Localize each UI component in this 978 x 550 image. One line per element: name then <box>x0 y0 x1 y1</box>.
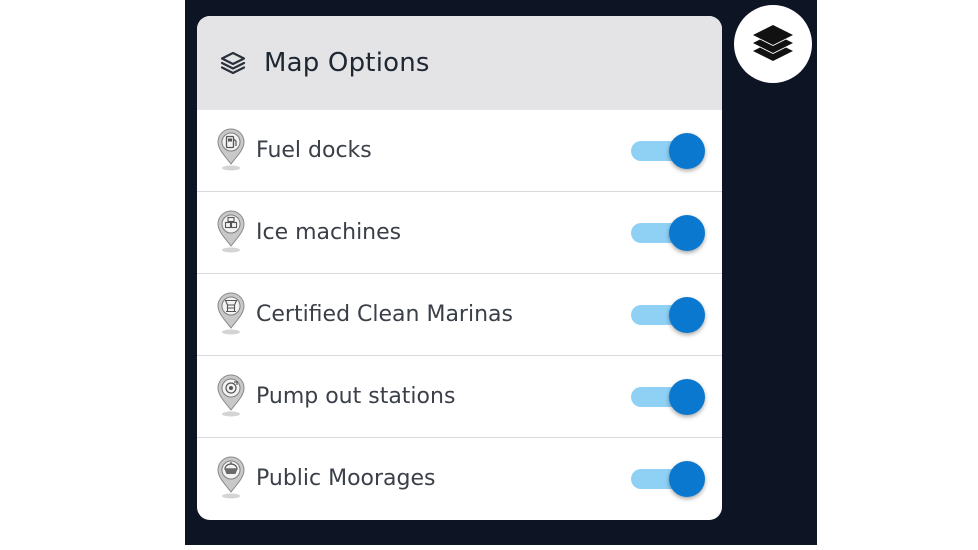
layers-button[interactable] <box>734 5 812 83</box>
public-moorages-toggle[interactable] <box>631 461 705 497</box>
certified-clean-marinas-toggle[interactable] <box>631 296 705 333</box>
fuel-pump-pin-icon <box>216 128 246 172</box>
ice-machines-toggle[interactable] <box>631 214 705 251</box>
toggle-knob <box>669 461 705 497</box>
fuel-docks-toggle[interactable] <box>631 132 705 169</box>
option-label: Fuel docks <box>256 137 372 163</box>
option-row-certified-clean-marinas[interactable]: Certified Clean Marinas <box>197 274 722 356</box>
option-label: Certified Clean Marinas <box>256 301 513 327</box>
toggle-knob <box>669 296 705 333</box>
panel-title: Map Options <box>264 48 430 78</box>
option-label: Pump out stations <box>256 383 456 409</box>
mooring-buoy-pin-icon <box>216 456 246 500</box>
option-row-public-moorages[interactable]: Public Moorages <box>197 438 722 520</box>
layers-outline-icon <box>220 50 246 76</box>
toggle-knob <box>669 132 705 169</box>
toggle-knob <box>669 214 705 251</box>
option-label: Ice machines <box>256 219 402 245</box>
panel-header: Map Options <box>197 16 722 110</box>
layers-icon <box>750 23 796 65</box>
option-row-ice-machines[interactable]: Ice machines <box>197 192 722 274</box>
clean-marina-pin-icon <box>216 292 246 336</box>
map-options-panel: Map Options Fuel docks Ice machines Cert… <box>197 16 722 520</box>
pump-out-stations-toggle[interactable] <box>631 378 705 415</box>
option-row-pump-out-stations[interactable]: Pump out stations <box>197 356 722 438</box>
pump-out-pin-icon <box>216 374 246 418</box>
option-label: Public Moorages <box>256 466 436 491</box>
ice-machine-pin-icon <box>216 210 246 254</box>
option-row-fuel-docks[interactable]: Fuel docks <box>197 110 722 192</box>
toggle-knob <box>669 378 705 415</box>
